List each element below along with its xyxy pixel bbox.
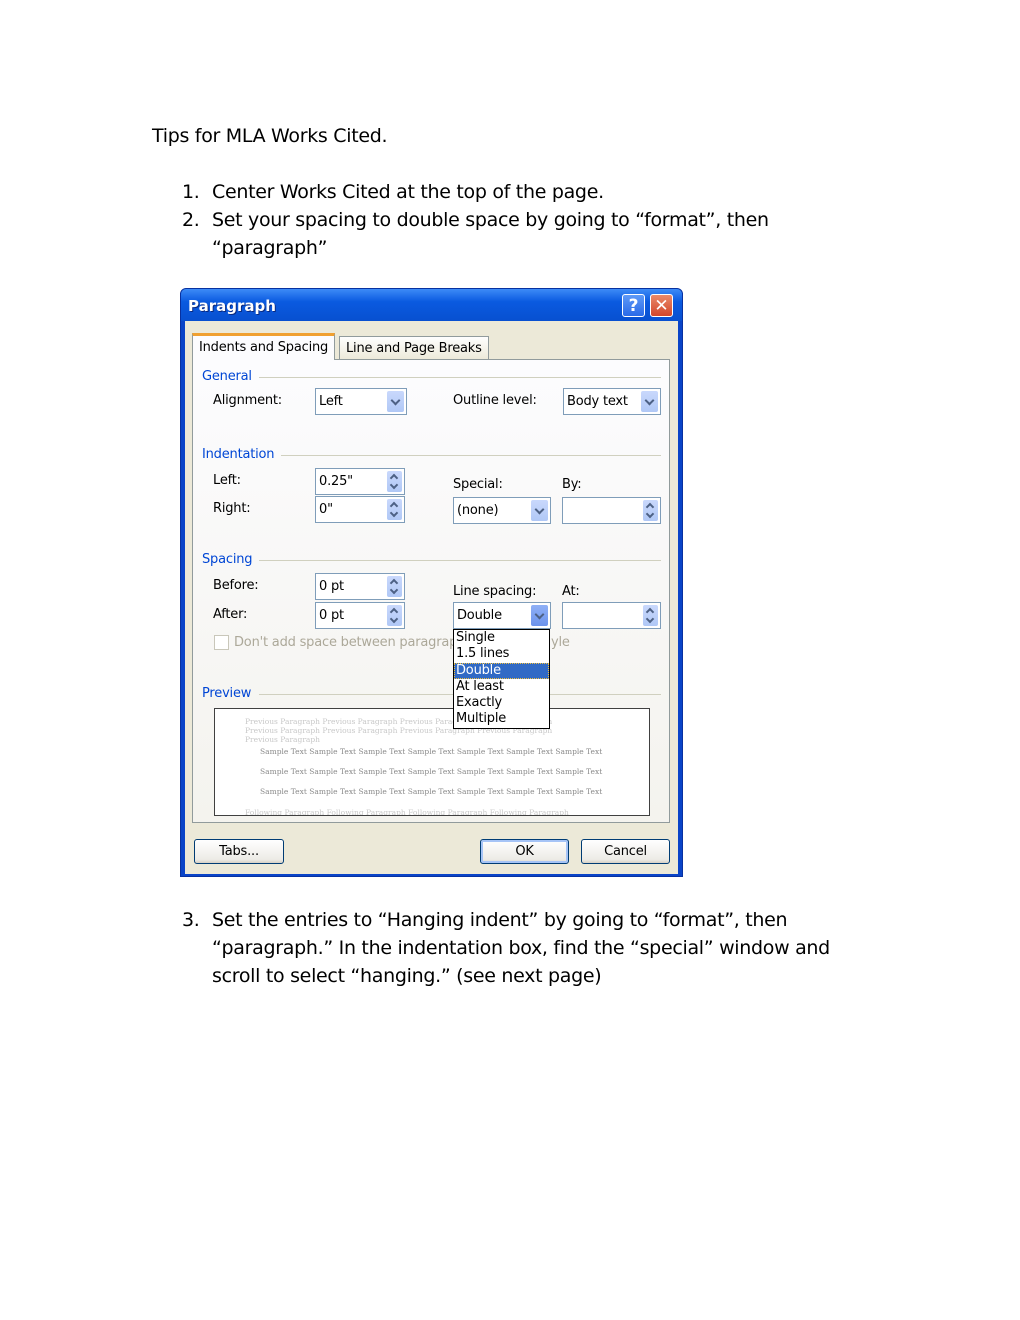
line-spacing-label: Line spacing:	[453, 584, 537, 599]
outline-level-value: Body text	[567, 394, 628, 409]
by-label: By:	[562, 477, 582, 492]
dont-add-space-label-tail: yle	[551, 635, 570, 650]
divider	[281, 455, 661, 456]
preview-sample-line: Sample Text Sample Text Sample Text Samp…	[260, 767, 603, 776]
spinner-arrows-icon[interactable]	[643, 500, 658, 521]
tab-line-and-page-breaks[interactable]: Line and Page Breaks	[339, 336, 489, 360]
list-number: 3.	[182, 909, 200, 931]
group-preview-heading: Preview	[202, 686, 252, 701]
list-text-line: Set your spacing to double space by goin…	[212, 209, 769, 231]
before-value: 0 pt	[319, 579, 344, 594]
special-value: (none)	[457, 503, 499, 518]
after-spinner[interactable]: 0 pt	[315, 602, 405, 629]
special-label: Special:	[453, 477, 503, 492]
dont-add-space-label: Don't add space between paragraph	[234, 635, 466, 650]
at-spinner[interactable]	[562, 602, 661, 629]
spinner-arrows-icon[interactable]	[387, 499, 402, 520]
group-indentation-heading: Indentation	[202, 447, 275, 462]
after-label: After:	[213, 607, 248, 622]
chevron-down-icon[interactable]	[531, 500, 548, 521]
dialog-title: Paragraph	[188, 297, 276, 315]
ok-button[interactable]: OK	[480, 839, 569, 864]
special-select[interactable]: (none)	[453, 497, 551, 524]
line-spacing-option[interactable]: Single	[454, 630, 549, 646]
before-label: Before:	[213, 578, 259, 593]
tab-panel: General Alignment: Left Outline level: B…	[192, 359, 670, 823]
tabs-button[interactable]: Tabs...	[194, 839, 284, 864]
line-spacing-option-selected[interactable]: Double	[454, 662, 549, 679]
indent-right-label: Right:	[213, 501, 251, 516]
help-icon[interactable]: ?	[622, 294, 645, 317]
indent-right-value: 0"	[319, 502, 333, 517]
divider	[259, 560, 661, 561]
line-spacing-select[interactable]: Double	[453, 602, 551, 629]
indent-left-label: Left:	[213, 473, 241, 488]
line-spacing-option[interactable]: 1.5 lines	[454, 646, 549, 662]
paragraph-dialog: Paragraph ? ✕ Indents and Spacing Line a…	[180, 288, 683, 877]
group-spacing-heading: Spacing	[202, 552, 253, 567]
tab-indents-and-spacing[interactable]: Indents and Spacing	[192, 333, 336, 360]
dont-add-space-checkbox[interactable]	[214, 635, 229, 650]
after-value: 0 pt	[319, 608, 344, 623]
alignment-label: Alignment:	[213, 393, 282, 408]
line-spacing-dropdown-list[interactable]: Single 1.5 lines Double At least Exactly…	[453, 629, 550, 729]
divider	[259, 377, 661, 378]
chevron-down-icon[interactable]	[531, 605, 548, 626]
outline-level-select[interactable]: Body text	[563, 388, 661, 415]
list-text-line: “paragraph”	[212, 237, 328, 259]
indent-left-spinner[interactable]: 0.25"	[315, 468, 405, 495]
spinner-arrows-icon[interactable]	[387, 605, 402, 626]
dialog-client-area: Indents and Spacing Line and Page Breaks…	[185, 321, 678, 874]
group-general-heading: General	[202, 369, 252, 384]
indent-left-value: 0.25"	[319, 474, 353, 489]
alignment-select[interactable]: Left	[315, 388, 407, 415]
document-title: Tips for MLA Works Cited.	[152, 125, 388, 147]
chevron-down-icon[interactable]	[641, 391, 658, 412]
at-label: At:	[562, 584, 580, 599]
chevron-down-icon[interactable]	[387, 391, 404, 412]
list-text-line: Center Works Cited at the top of the pag…	[212, 181, 604, 203]
line-spacing-option[interactable]: At least	[454, 679, 549, 695]
spinner-arrows-icon[interactable]	[643, 605, 658, 626]
line-spacing-value: Double	[457, 608, 502, 623]
close-icon[interactable]: ✕	[650, 294, 673, 317]
preview-box: Previous Paragraph Previous Paragraph Pr…	[214, 708, 650, 816]
spinner-arrows-icon[interactable]	[387, 471, 402, 492]
list-text-line: scroll to select “hanging.” (see next pa…	[212, 965, 602, 987]
dialog-titlebar[interactable]: Paragraph ? ✕	[181, 289, 682, 321]
cancel-button[interactable]: Cancel	[581, 839, 670, 864]
alignment-value: Left	[319, 394, 343, 409]
preview-following-paragraph: Following Paragraph Following Paragraph …	[245, 808, 569, 816]
by-spinner[interactable]	[562, 497, 661, 524]
indent-right-spinner[interactable]: 0"	[315, 496, 405, 523]
spinner-arrows-icon[interactable]	[387, 576, 402, 597]
list-text-line: “paragraph.” In the indentation box, fin…	[212, 937, 830, 959]
list-number: 2.	[182, 209, 200, 231]
outline-level-label: Outline level:	[453, 393, 537, 408]
before-spinner[interactable]: 0 pt	[315, 573, 405, 600]
preview-sample-line: Sample Text Sample Text Sample Text Samp…	[260, 747, 603, 756]
line-spacing-option[interactable]: Exactly	[454, 695, 549, 711]
list-text-line: Set the entries to “Hanging indent” by g…	[212, 909, 788, 931]
preview-sample-line: Sample Text Sample Text Sample Text Samp…	[260, 787, 603, 796]
line-spacing-option[interactable]: Multiple	[454, 711, 549, 727]
list-number: 1.	[182, 181, 200, 203]
